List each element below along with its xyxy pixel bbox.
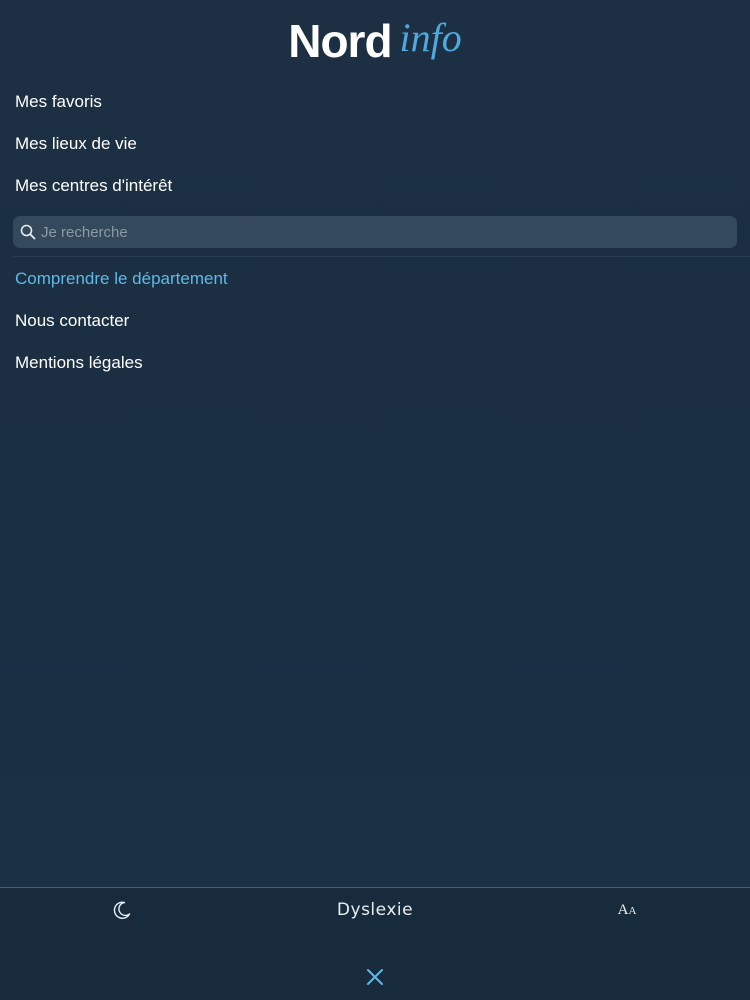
primary-menu: Mes favoris Mes lieux de vie Mes centres… <box>0 80 750 206</box>
text-size-icon: AA <box>617 902 637 918</box>
text-size-button[interactable]: AA <box>612 898 642 922</box>
close-icon[interactable] <box>362 964 388 990</box>
menu-panel: Nord info Mes favoris Mes lieux de vie M… <box>0 0 750 1000</box>
moon-icon <box>113 901 131 919</box>
menu-item-favoris[interactable]: Mes favoris <box>0 80 750 122</box>
logo-info-text: info <box>399 15 462 60</box>
night-mode-button[interactable] <box>108 898 136 922</box>
menu-item-centres-interet[interactable]: Mes centres d'intérêt <box>0 164 750 206</box>
footer-toolbar: Dyslexie AA <box>0 887 750 1000</box>
search-bar[interactable] <box>13 216 737 248</box>
menu-item-mentions-legales[interactable]: Mentions légales <box>0 341 750 383</box>
nordinfo-logo: Nord info <box>0 14 750 68</box>
secondary-menu: Comprendre le département Nous contacter… <box>0 257 750 383</box>
search-input[interactable] <box>41 223 737 241</box>
menu-item-nous-contacter[interactable]: Nous contacter <box>0 299 750 341</box>
menu-item-comprendre-departement[interactable]: Comprendre le département <box>0 257 750 299</box>
dyslexia-button[interactable]: Dyslexie <box>300 898 450 922</box>
search-icon <box>20 224 36 240</box>
menu-item-lieux-de-vie[interactable]: Mes lieux de vie <box>0 122 750 164</box>
logo-nord-text: Nord <box>288 15 392 67</box>
